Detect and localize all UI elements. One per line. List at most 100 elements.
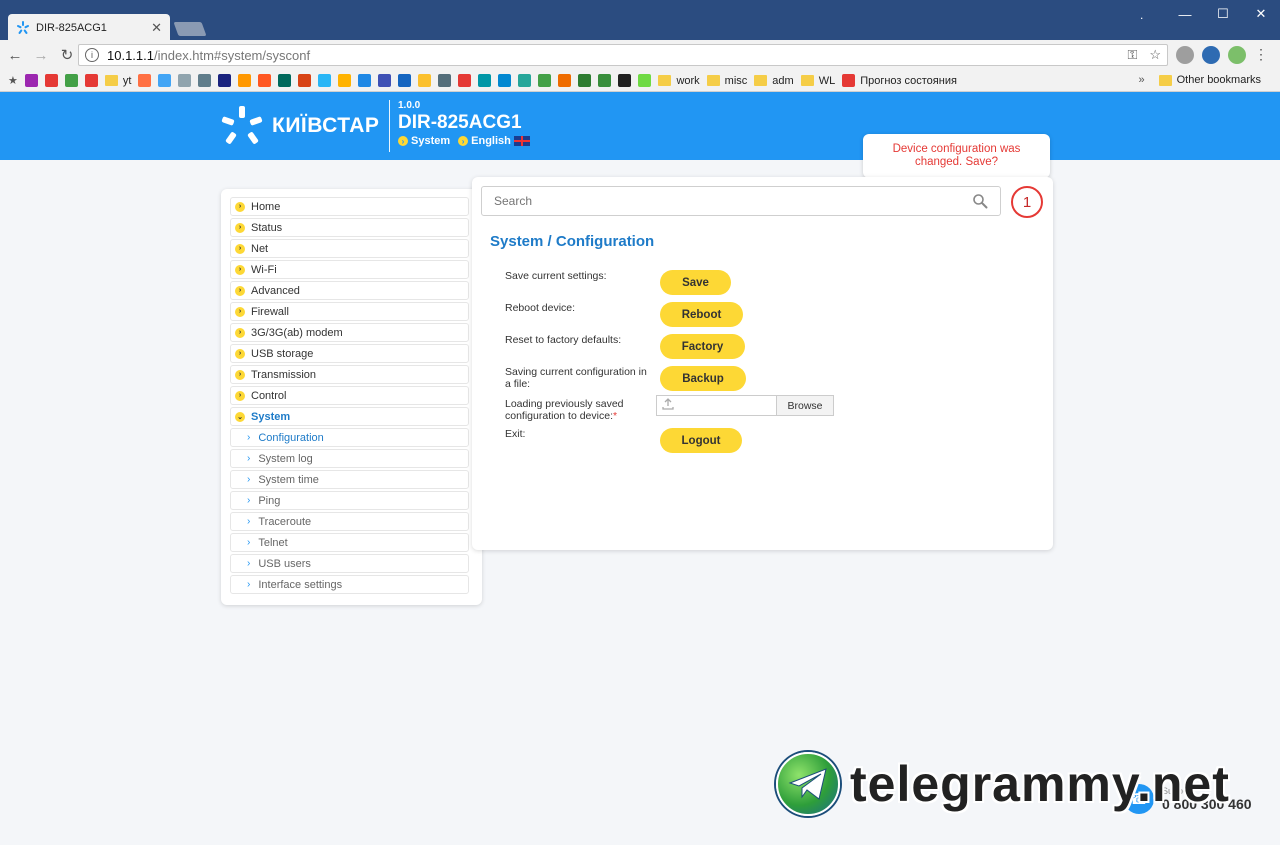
- url-path: /index.htm#system/sysconf: [154, 47, 311, 63]
- bookmark-star-icon[interactable]: ★: [8, 74, 18, 87]
- bookmark-icon[interactable]: [598, 74, 612, 87]
- bookmark-folder-wl[interactable]: WL: [800, 75, 835, 87]
- green-extension-icon[interactable]: [1228, 46, 1246, 64]
- sidebar-subitem-system-log[interactable]: › System log: [230, 449, 469, 468]
- sidebar-subitem-ping[interactable]: › Ping: [230, 491, 469, 510]
- search-icon[interactable]: [972, 193, 988, 209]
- bookmark-icon[interactable]: [178, 74, 192, 87]
- bookmark-folder-yt[interactable]: yt: [104, 75, 131, 87]
- bookmark-icon[interactable]: [478, 74, 492, 87]
- sidebar-item-transmission[interactable]: › Transmission: [230, 365, 469, 384]
- drive-icon[interactable]: [64, 74, 78, 87]
- reboot-button[interactable]: Reboot: [660, 302, 743, 327]
- bookmark-icon[interactable]: [498, 74, 512, 87]
- bookmark-icon[interactable]: [238, 74, 252, 87]
- bookmark-icon[interactable]: [518, 74, 532, 87]
- notification-counter-button[interactable]: 1: [1011, 186, 1043, 218]
- sidebar-item-firewall[interactable]: › Firewall: [230, 302, 469, 321]
- youtube-icon[interactable]: [84, 74, 98, 87]
- sidebar-subitem-system-time[interactable]: › System time: [230, 470, 469, 489]
- save-button[interactable]: Save: [660, 270, 731, 295]
- bookmark-folder-adm[interactable]: adm: [754, 75, 794, 87]
- bookmarks-bar: ★ yt work misc adm WL Прогноз состояния …: [0, 70, 1280, 92]
- bookmark-prognoz[interactable]: Прогноз состояния: [842, 74, 957, 87]
- sidebar-item-wifi[interactable]: › Wi-Fi: [230, 260, 469, 279]
- bookmark-icon[interactable]: [358, 74, 372, 87]
- header-system-link[interactable]: › System: [398, 135, 450, 147]
- sidebar-item-home[interactable]: › Home: [230, 197, 469, 216]
- minimize-icon[interactable]: —: [1166, 0, 1204, 28]
- bookmark-icon[interactable]: [298, 74, 312, 87]
- sidebar-item-control[interactable]: › Control: [230, 386, 469, 405]
- page-breadcrumb: System / Configuration: [490, 233, 655, 250]
- bookmark-icon[interactable]: [638, 74, 652, 87]
- bookmark-icon[interactable]: [618, 74, 632, 87]
- logout-button[interactable]: Logout: [660, 428, 742, 453]
- bookmark-icon[interactable]: [418, 74, 432, 87]
- more-bookmarks-icon[interactable]: »: [1139, 74, 1145, 86]
- bookmark-icon[interactable]: [398, 74, 412, 87]
- sidebar-item-system[interactable]: ⌄ System: [230, 407, 469, 426]
- bookmark-icon[interactable]: [538, 74, 552, 87]
- adblock-extension-icon[interactable]: [1176, 46, 1194, 64]
- key-icon[interactable]: ⚿: [1127, 47, 1137, 63]
- close-tab-icon[interactable]: ✕: [151, 20, 162, 36]
- browser-tab[interactable]: DIR-825ACG1 ✕: [8, 14, 170, 41]
- sidebar-subitem-traceroute[interactable]: › Traceroute: [230, 512, 469, 531]
- browse-button[interactable]: Browse: [776, 395, 834, 416]
- sidebar-subitem-usb-users[interactable]: › USB users: [230, 554, 469, 573]
- ghostery-extension-icon[interactable]: [1202, 46, 1220, 64]
- bookmark-icon[interactable]: [158, 74, 172, 87]
- bookmark-icon[interactable]: [218, 74, 232, 87]
- new-tab-button[interactable]: [173, 22, 207, 36]
- bookmark-icon[interactable]: [198, 74, 212, 87]
- config-file-input[interactable]: Browse: [656, 395, 834, 416]
- file-path-field[interactable]: [656, 395, 776, 416]
- menu-icon[interactable]: ⋮: [1254, 46, 1268, 64]
- bookmark-icon[interactable]: [318, 74, 332, 87]
- bookmark-icon[interactable]: [338, 74, 352, 87]
- gmail-icon[interactable]: [44, 74, 58, 87]
- sidebar-item-advanced[interactable]: › Advanced: [230, 281, 469, 300]
- arrow-right-icon: ›: [235, 348, 245, 359]
- sidebar-subitem-configuration[interactable]: › Configuration: [230, 428, 469, 447]
- factory-button[interactable]: Factory: [660, 334, 745, 359]
- bookmark-icon[interactable]: [258, 74, 272, 87]
- bookmark-icon[interactable]: [24, 74, 38, 87]
- arrow-right-icon: ›: [235, 369, 245, 380]
- close-window-icon[interactable]: ✕: [1242, 0, 1280, 28]
- bookmark-icon[interactable]: [138, 74, 152, 87]
- bookmark-icon[interactable]: [278, 74, 292, 87]
- unsaved-changes-tooltip[interactable]: Device configuration was changed. Save?: [863, 134, 1050, 178]
- bookmark-star-icon[interactable]: ☆: [1149, 47, 1161, 63]
- bookmark-icon[interactable]: [378, 74, 392, 87]
- address-bar[interactable]: i 10.1.1.1 /index.htm#system/sysconf ⚿ ☆: [78, 44, 1168, 66]
- save-settings-label: Save current settings:: [505, 270, 607, 282]
- language-selector[interactable]: › English: [458, 135, 530, 147]
- sidebar-item-net[interactable]: › Net: [230, 239, 469, 258]
- upload-icon: [662, 398, 674, 413]
- site-info-icon[interactable]: i: [85, 48, 99, 62]
- bookmark-folder-misc[interactable]: misc: [706, 75, 747, 87]
- reload-icon[interactable]: ↻: [56, 44, 78, 66]
- maximize-icon[interactable]: ☐: [1204, 0, 1242, 28]
- search-box[interactable]: [481, 186, 1001, 216]
- bookmark-icon[interactable]: [578, 74, 592, 87]
- sidebar-item-status[interactable]: › Status: [230, 218, 469, 237]
- bookmark-folder-work[interactable]: work: [658, 75, 700, 87]
- search-input[interactable]: [494, 194, 972, 208]
- bookmark-icon[interactable]: [458, 74, 472, 87]
- sidebar-subitem-telnet[interactable]: › Telnet: [230, 533, 469, 552]
- device-model: DIR-825ACG1: [398, 112, 522, 133]
- bookmark-icon[interactable]: [438, 74, 452, 87]
- bookmark-icon[interactable]: [558, 74, 572, 87]
- backup-button[interactable]: Backup: [660, 366, 746, 391]
- sidebar-subitem-interface-settings[interactable]: › Interface settings: [230, 575, 469, 594]
- chevron-right-icon: ›: [247, 474, 251, 485]
- sidebar-item-modem[interactable]: › 3G/3G(ab) modem: [230, 323, 469, 342]
- sidebar-item-usb-storage[interactable]: › USB storage: [230, 344, 469, 363]
- back-icon[interactable]: ←: [4, 44, 26, 66]
- other-bookmarks[interactable]: Other bookmarks: [1158, 74, 1261, 86]
- forward-icon[interactable]: →: [30, 44, 52, 66]
- kyivstar-logo[interactable]: КИЇВСТАР: [220, 106, 379, 146]
